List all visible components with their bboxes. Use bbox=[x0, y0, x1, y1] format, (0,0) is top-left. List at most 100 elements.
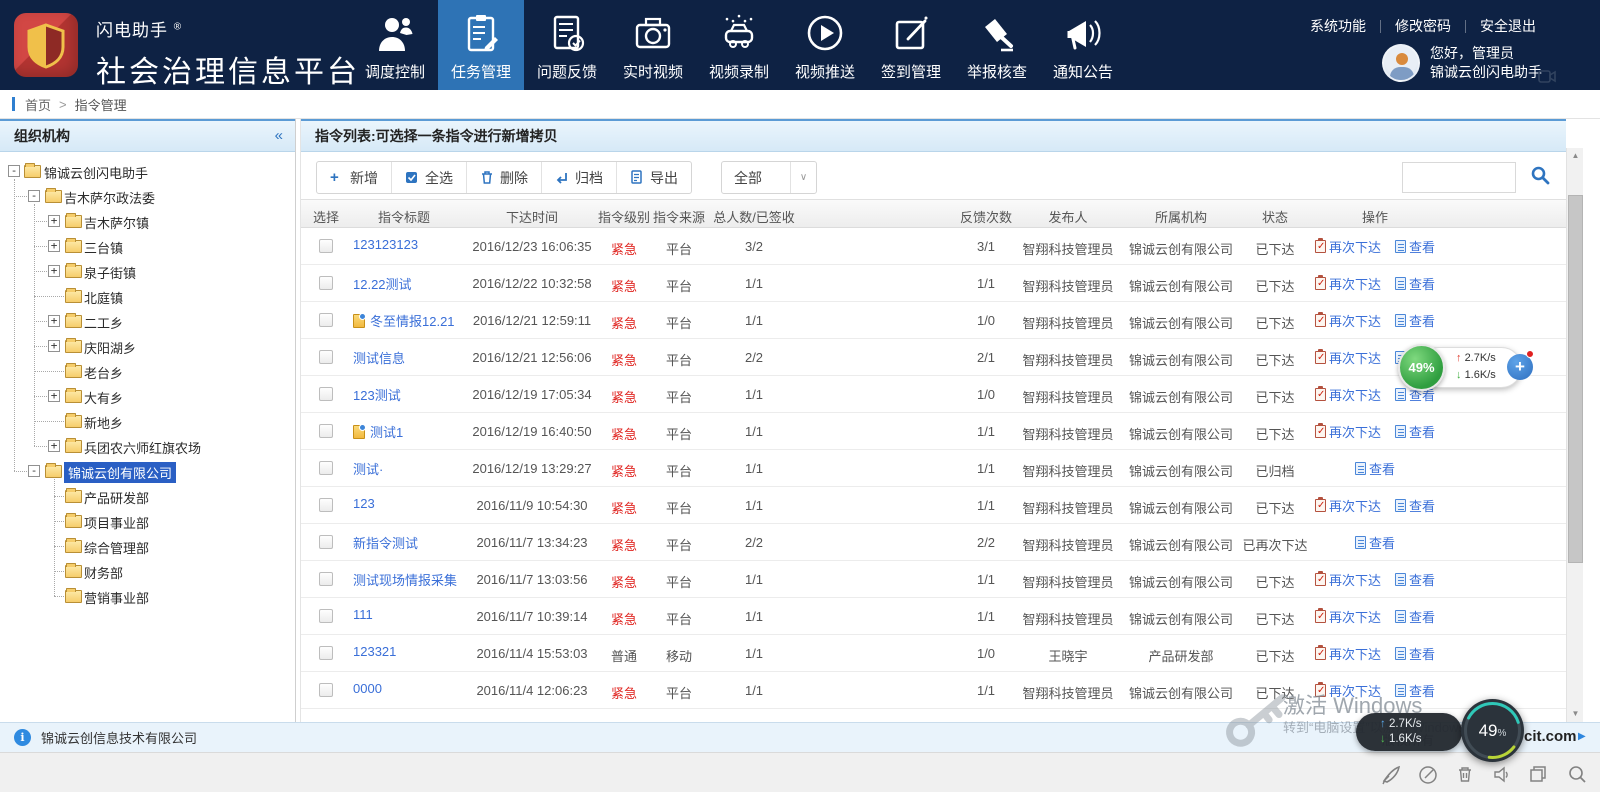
user-block[interactable]: 您好，管理员 锦诚云创闪电助手 bbox=[1382, 44, 1542, 82]
nav-item-8[interactable]: 举报核查 bbox=[954, 0, 1040, 90]
search-button[interactable] bbox=[1530, 165, 1550, 190]
tree-node-label[interactable]: 庆阳湖乡 bbox=[84, 338, 136, 357]
toolbar-button-1[interactable]: +新增 bbox=[317, 162, 391, 193]
nav-item-1[interactable]: 调度控制 bbox=[352, 0, 438, 90]
taskbar-draw-circle-icon[interactable] bbox=[1417, 763, 1439, 785]
scroll-thumb[interactable] bbox=[1568, 195, 1583, 563]
command-title-link[interactable]: 测试信息 bbox=[353, 348, 405, 367]
tree-node-label[interactable]: 三台镇 bbox=[84, 238, 123, 257]
tree-node-1[interactable]: - 锦诚云创闪电助手 bbox=[0, 159, 295, 184]
tree-node-label[interactable]: 吉木萨尔镇 bbox=[84, 213, 149, 232]
row-checkbox[interactable] bbox=[319, 535, 333, 549]
taskbar-window-icon[interactable] bbox=[1527, 763, 1549, 785]
reissue-action[interactable]: 再次下达 bbox=[1315, 422, 1381, 441]
row-checkbox[interactable] bbox=[319, 239, 333, 253]
collapse-node-icon[interactable]: - bbox=[28, 190, 40, 202]
tree-node-label[interactable]: 老台乡 bbox=[84, 363, 123, 382]
vertical-scrollbar[interactable]: ▲ ▼ bbox=[1566, 148, 1583, 722]
tree-node-13[interactable]: - 锦诚云创有限公司 bbox=[0, 459, 295, 484]
view-action[interactable]: 查看 bbox=[1395, 496, 1435, 515]
filter-dropdown[interactable]: 全部 ∨ bbox=[721, 161, 817, 194]
row-checkbox[interactable] bbox=[319, 609, 333, 623]
reissue-action[interactable]: 再次下达 bbox=[1315, 570, 1381, 589]
command-title-link[interactable]: 123测试 bbox=[353, 385, 401, 404]
collapse-node-icon[interactable]: - bbox=[8, 165, 20, 177]
search-input[interactable] bbox=[1402, 162, 1516, 193]
taskbar-search-icon[interactable] bbox=[1566, 763, 1588, 785]
tree-node-label[interactable]: 产品研发部 bbox=[84, 488, 149, 507]
reissue-action[interactable]: 再次下达 bbox=[1315, 496, 1381, 515]
row-checkbox[interactable] bbox=[319, 313, 333, 327]
toolbar-button-2[interactable]: 全选 bbox=[391, 162, 466, 193]
toolbar-button-5[interactable]: 导出 bbox=[616, 162, 691, 193]
view-action[interactable]: 查看 bbox=[1355, 533, 1395, 552]
tree-node-label[interactable]: 锦诚云创有限公司 bbox=[64, 462, 176, 483]
expand-node-icon[interactable]: + bbox=[48, 215, 60, 227]
command-title-link[interactable]: 新指令测试 bbox=[353, 533, 418, 552]
corner-speed-pill[interactable]: ↑ 2.7K/s ↓ 1.6K/s bbox=[1356, 713, 1462, 751]
toolbar-button-3[interactable]: 删除 bbox=[466, 162, 541, 193]
corner-percent-badge[interactable]: 49% bbox=[1461, 699, 1524, 762]
tree-node-label[interactable]: 二工乡 bbox=[84, 313, 123, 332]
tree-node-label[interactable]: 综合管理部 bbox=[84, 538, 149, 557]
taskbar-rocket-pin-icon[interactable] bbox=[1379, 763, 1401, 785]
nav-item-2[interactable]: 任务管理 bbox=[438, 0, 524, 90]
nav-item-7[interactable]: 签到管理 bbox=[868, 0, 954, 90]
command-title-link[interactable]: 冬至情报12.21 bbox=[370, 311, 455, 330]
scroll-up-icon[interactable]: ▲ bbox=[1567, 148, 1584, 164]
net-speed-widget[interactable]: 49% ↑ 2.7K/s ↓ 1.6K/s + bbox=[1398, 344, 1530, 391]
reissue-action[interactable]: 再次下达 bbox=[1315, 237, 1381, 256]
row-checkbox[interactable] bbox=[319, 572, 333, 586]
nav-item-6[interactable]: 视频推送 bbox=[782, 0, 868, 90]
tree-node-label[interactable]: 北庭镇 bbox=[84, 288, 123, 307]
row-checkbox[interactable] bbox=[319, 387, 333, 401]
tree-node-label[interactable]: 财务部 bbox=[84, 563, 123, 582]
row-checkbox[interactable] bbox=[319, 498, 333, 512]
tree-node-label[interactable]: 大有乡 bbox=[84, 388, 123, 407]
collapse-node-icon[interactable]: - bbox=[28, 465, 40, 477]
tree-node-18[interactable]: 营销事业部 bbox=[0, 584, 295, 609]
header-link-1[interactable]: 系统功能 bbox=[1296, 16, 1380, 36]
tree-node-label[interactable]: 泉子街镇 bbox=[84, 263, 136, 282]
expand-node-icon[interactable]: + bbox=[48, 265, 60, 277]
tree-node-2[interactable]: -吉木萨尔政法委 bbox=[0, 184, 295, 209]
reissue-action[interactable]: 再次下达 bbox=[1315, 607, 1381, 626]
tree-node-label[interactable]: 兵团农六师红旗农场 bbox=[84, 438, 201, 457]
expand-node-icon[interactable]: + bbox=[48, 440, 60, 452]
view-action[interactable]: 查看 bbox=[1395, 422, 1435, 441]
view-action[interactable]: 查看 bbox=[1395, 644, 1435, 663]
tree-node-17[interactable]: 财务部 bbox=[0, 559, 295, 584]
net-percent-badge[interactable]: 49% bbox=[1398, 344, 1445, 391]
command-title-link[interactable]: 12.22测试 bbox=[353, 274, 412, 293]
view-action[interactable]: 查看 bbox=[1395, 311, 1435, 330]
expand-node-icon[interactable]: + bbox=[48, 240, 60, 252]
reissue-action[interactable]: 再次下达 bbox=[1315, 644, 1381, 663]
tree-node-label[interactable]: 项目事业部 bbox=[84, 513, 149, 532]
view-action[interactable]: 查看 bbox=[1395, 570, 1435, 589]
command-title-link[interactable]: 测试现场情报采集 bbox=[353, 570, 457, 589]
taskbar-speaker-icon[interactable] bbox=[1491, 763, 1513, 785]
nav-item-9[interactable]: 通知公告 bbox=[1040, 0, 1126, 90]
nav-item-4[interactable]: 实时视频 bbox=[610, 0, 696, 90]
taskbar-trash-icon[interactable] bbox=[1454, 763, 1476, 785]
reissue-action[interactable]: 再次下达 bbox=[1315, 311, 1381, 330]
row-checkbox[interactable] bbox=[319, 276, 333, 290]
header-link-3[interactable]: 安全退出 bbox=[1466, 16, 1550, 36]
breadcrumb-home[interactable]: 首页 bbox=[25, 95, 51, 114]
footer-arrow-icon[interactable]: ▶ bbox=[1578, 731, 1586, 742]
reissue-action[interactable]: 再次下达 bbox=[1315, 274, 1381, 293]
sidebar-collapse-icon[interactable]: « bbox=[275, 127, 283, 144]
reissue-action[interactable]: 再次下达 bbox=[1315, 385, 1381, 404]
command-title-link[interactable]: 测试1 bbox=[370, 422, 403, 441]
tree-node-label[interactable]: 新地乡 bbox=[84, 413, 123, 432]
tree-node-label[interactable]: 锦诚云创闪电助手 bbox=[44, 163, 148, 182]
view-action[interactable]: 查看 bbox=[1355, 459, 1395, 478]
view-action[interactable]: 查看 bbox=[1395, 237, 1435, 256]
command-title-link[interactable]: 123 bbox=[353, 496, 375, 511]
command-title-link[interactable]: 123123123 bbox=[353, 237, 418, 252]
view-action[interactable]: 查看 bbox=[1395, 607, 1435, 626]
tree-node-16[interactable]: 综合管理部 bbox=[0, 534, 295, 559]
expand-node-icon[interactable]: + bbox=[48, 340, 60, 352]
row-checkbox[interactable] bbox=[319, 461, 333, 475]
expand-node-icon[interactable]: + bbox=[48, 390, 60, 402]
